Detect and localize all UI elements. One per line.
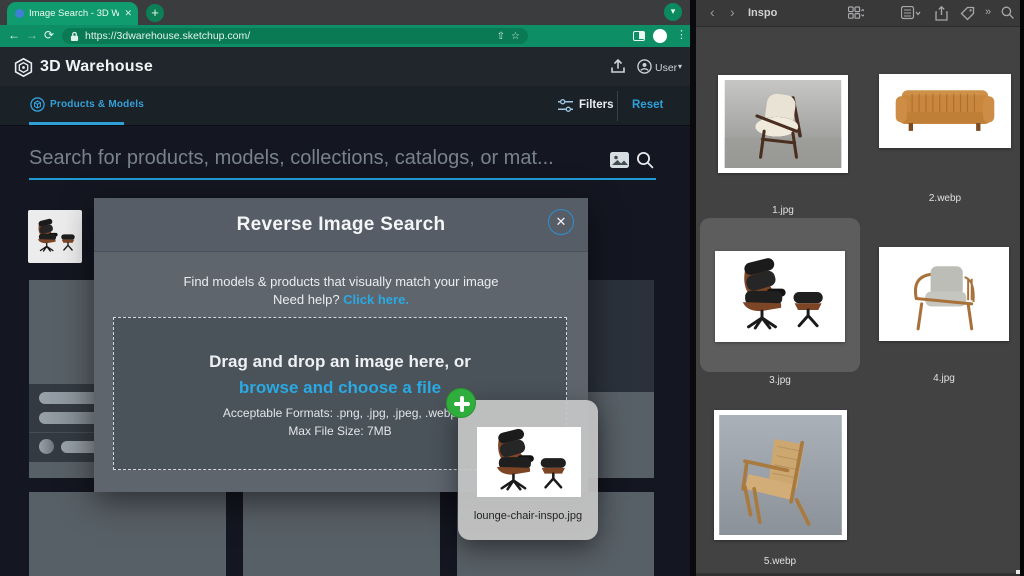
tab-search-button[interactable]: ▾: [664, 3, 682, 21]
search-underline: [29, 178, 656, 180]
reload-button[interactable]: ⟳: [44, 28, 54, 42]
bookmark-star-icon[interactable]: ☆: [511, 31, 520, 42]
screen-right-edge: [1020, 0, 1024, 576]
filters-button[interactable]: Filters: [579, 99, 614, 111]
skeleton-card: [243, 492, 440, 576]
tab-favicon-icon: [15, 9, 24, 18]
products-models-icon: [30, 97, 45, 112]
query-image-thumbnail: [28, 210, 82, 263]
browser-tab-strip: Image Search - 3D Warehouse ✕ + ▾: [0, 0, 690, 25]
back-button[interactable]: ←: [8, 28, 20, 42]
file-thumbnail-2[interactable]: [879, 74, 1011, 148]
lounge-chair-photo: [720, 256, 840, 337]
skeleton-card: [29, 492, 226, 576]
browser-tab-active[interactable]: Image Search - 3D Warehouse ✕: [7, 2, 138, 25]
more-toolbar-icon[interactable]: »: [985, 6, 991, 18]
tag-icon[interactable]: [960, 6, 975, 21]
finder-forward-button[interactable]: ›: [730, 4, 735, 20]
file-label: 2.webp: [929, 193, 961, 204]
warehouse-brand[interactable]: 3D Warehouse: [40, 58, 153, 76]
view-switcher-icon[interactable]: [848, 6, 864, 20]
warehouse-subheader: Products & Models Filters Reset: [0, 86, 690, 126]
file-label: 4.jpg: [933, 373, 955, 384]
tab-close-icon[interactable]: ✕: [124, 8, 132, 19]
modal-close-button[interactable]: ✕: [548, 209, 574, 235]
query-image-chip: [28, 210, 82, 263]
file-label: 5.webp: [764, 556, 796, 567]
profile-avatar[interactable]: [653, 29, 667, 43]
user-menu-label[interactable]: User: [655, 62, 677, 74]
filters-icon[interactable]: [557, 98, 574, 113]
warehouse-logo-icon[interactable]: [13, 57, 34, 78]
finder-window: ‹ › Inspo »: [696, 0, 1020, 576]
browse-file-link[interactable]: browse and choose a file: [114, 378, 566, 398]
modal-help-line: Need help? Click here.: [94, 292, 588, 307]
search-input[interactable]: [29, 140, 599, 176]
user-icon[interactable]: [637, 59, 652, 74]
lock-icon: [70, 31, 79, 42]
modal-header: Reverse Image Search ✕: [94, 198, 588, 252]
drag-ghost-filename: lounge-chair-inspo.jpg: [458, 510, 598, 522]
file-label: 3.jpg: [769, 375, 791, 386]
share-icon[interactable]: [935, 6, 948, 21]
user-menu-chevron-icon[interactable]: ▾: [678, 62, 682, 71]
drag-ghost-thumbnail: [477, 427, 581, 497]
file-thumbnail-1[interactable]: [718, 75, 848, 173]
armchair-photo: [723, 80, 843, 168]
file-thumbnail-5[interactable]: [714, 410, 847, 540]
group-by-icon[interactable]: [901, 6, 921, 20]
help-link[interactable]: Click here.: [343, 292, 409, 307]
modal-subtitle: Find models & products that visually mat…: [94, 274, 588, 289]
lounge-chair-photo: [477, 427, 581, 497]
forward-button[interactable]: →: [26, 28, 38, 42]
file-thumbnail-4[interactable]: [879, 247, 1009, 341]
gray-armchair-photo: [884, 252, 1004, 336]
dropzone-primary-text: Drag and drop an image here, or: [114, 352, 566, 372]
finder-toolbar: ‹ › Inspo »: [696, 0, 1020, 27]
browser-menu-icon[interactable]: ⋮: [676, 28, 687, 41]
drag-ghost[interactable]: lounge-chair-inspo.jpg: [458, 400, 598, 540]
share-page-icon[interactable]: ⇧: [497, 31, 505, 42]
search-icon[interactable]: [636, 151, 654, 169]
subheader-divider: [617, 91, 618, 121]
file-label: 1.jpg: [772, 205, 794, 216]
modal-title: Reverse Image Search: [94, 214, 588, 236]
sidebar-toggle-icon[interactable]: [633, 31, 645, 41]
tab-products-models[interactable]: Products & Models: [50, 99, 144, 110]
copy-plus-badge-icon: [446, 388, 476, 418]
reset-button[interactable]: Reset: [632, 99, 663, 111]
image-search-icon[interactable]: [609, 151, 630, 169]
finder-search-icon[interactable]: [1001, 6, 1014, 19]
upload-icon[interactable]: [610, 59, 626, 75]
browser-toolbar: ← → ⟳ https://3dwarehouse.sketchup.com/ …: [0, 25, 690, 47]
active-tab-underline: [29, 122, 124, 125]
sofa-photo: [884, 79, 1006, 143]
help-prefix: Need help?: [273, 292, 343, 307]
warehouse-header: 3D Warehouse User ▾: [0, 47, 690, 86]
url-bar[interactable]: https://3dwarehouse.sketchup.com/ ⇧ ☆: [62, 28, 528, 44]
new-tab-button[interactable]: +: [146, 4, 164, 22]
finder-title: Inspo: [748, 7, 777, 19]
woven-chair-photo: [719, 415, 842, 535]
screenshot-root: Image Search - 3D Warehouse ✕ + ▾ ← → ⟳ …: [0, 0, 1024, 576]
tab-title: Image Search - 3D Warehouse: [29, 8, 119, 19]
url-text: https://3dwarehouse.sketchup.com/: [85, 30, 491, 42]
file-thumbnail-3[interactable]: [715, 251, 845, 342]
finder-back-button[interactable]: ‹: [710, 4, 715, 20]
